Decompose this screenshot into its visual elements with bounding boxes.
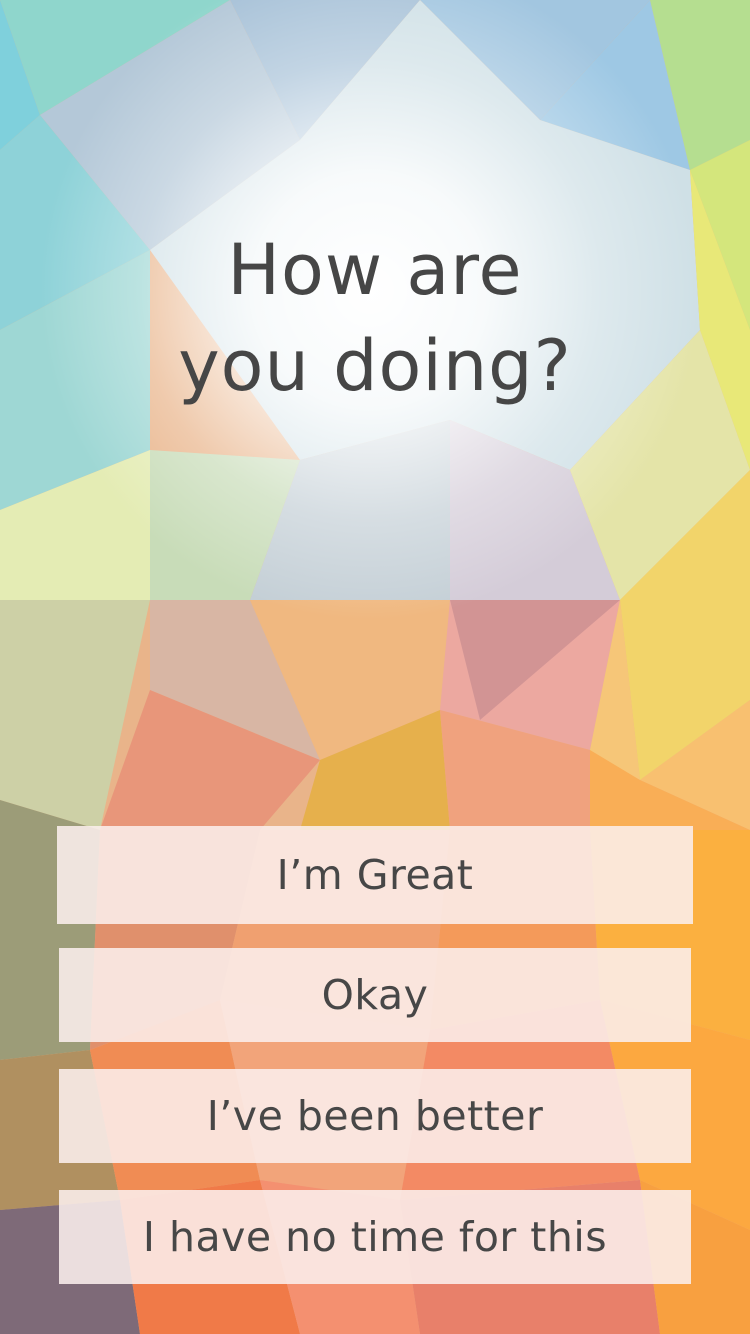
answer-great-button[interactable]: I’m Great <box>57 826 693 924</box>
question-line-2: you doing? <box>178 325 572 407</box>
answer-been-better-button[interactable]: I’ve been better <box>59 1069 691 1163</box>
question-heading: How are you doing? <box>0 222 750 414</box>
answer-okay-button[interactable]: Okay <box>59 948 691 1042</box>
answer-no-time-button[interactable]: I have no time for this <box>59 1190 691 1284</box>
question-line-1: How are <box>227 229 523 311</box>
screen: How are you doing? I’m Great Okay I’ve b… <box>0 0 750 1334</box>
answer-list: I’m Great Okay I’ve been better I have n… <box>57 826 693 1311</box>
